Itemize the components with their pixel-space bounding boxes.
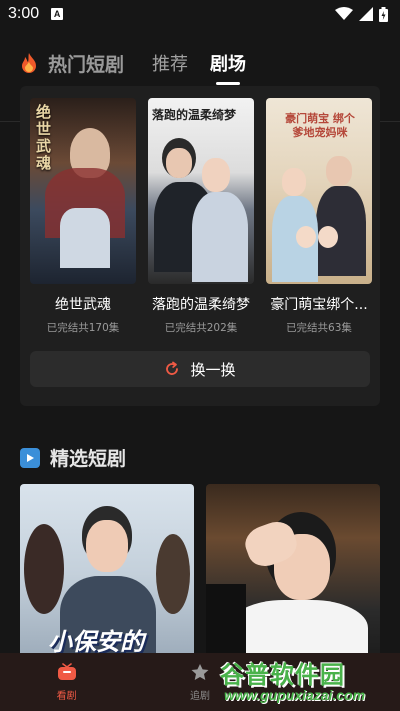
header: 热门短剧 推荐 剧场 (0, 40, 400, 86)
drama-poster[interactable]: 豪门萌宝 绑个爹地宠妈咪 (266, 98, 372, 284)
theater-panel: 绝世武魂 绝世武魂 已完结共170集 落跑的温柔绮梦 落跑的温柔绮梦 已完结共2… (20, 86, 380, 406)
play-icon (20, 447, 40, 468)
wifi-icon (335, 7, 353, 20)
watermark-url: www.gupuxiazai.com (224, 687, 366, 703)
drama-title: 落跑的温柔绮梦 (152, 297, 250, 313)
notification-icon: A (51, 8, 64, 20)
fire-icon (22, 53, 36, 73)
watermark: 谷普软件园 www.gupuxiazai.com (220, 655, 398, 709)
drama-card[interactable]: 豪门萌宝 绑个爹地宠妈咪 豪门萌宝绑个... 已完结共63集 (266, 98, 372, 335)
refresh-icon (166, 361, 179, 375)
section-title: 精选短剧 (50, 448, 127, 470)
tv-icon (57, 662, 76, 680)
signal-icon (359, 7, 373, 21)
nav-watch-label: 看剧 (56, 690, 77, 702)
poster-text: 小保安的 (48, 628, 144, 656)
drama-card[interactable]: 绝世武魂 绝世武魂 已完结共170集 (30, 98, 136, 335)
tab-theater[interactable]: 剧场 (210, 50, 246, 85)
star-icon (191, 663, 209, 680)
drama-card-list: 绝世武魂 绝世武魂 已完结共170集 落跑的温柔绮梦 落跑的温柔绮梦 已完结共2… (30, 98, 372, 335)
refresh-label: 换一换 (190, 360, 236, 379)
drama-poster[interactable]: 绝世武魂 (30, 98, 136, 284)
drama-episodes: 已完结共170集 (46, 322, 120, 334)
drama-episodes: 已完结共63集 (286, 322, 352, 334)
featured-card[interactable] (206, 484, 380, 664)
featured-list: 小保安的 (20, 484, 380, 664)
featured-card[interactable]: 小保安的 (20, 484, 194, 664)
refresh-button[interactable]: 换一换 (30, 351, 370, 387)
tab-recommend[interactable]: 推荐 (152, 50, 188, 76)
battery-icon (379, 6, 388, 22)
poster-text: 落跑的温柔绮梦 (152, 108, 237, 122)
drama-card[interactable]: 落跑的温柔绮梦 落跑的温柔绮梦 已完结共202集 (148, 98, 254, 335)
drama-episodes: 已完结共202集 (164, 322, 238, 334)
section-header: 精选短剧 (20, 444, 126, 471)
drama-title: 绝世武魂 (55, 297, 111, 313)
status-bar: 3:00 A (0, 0, 400, 28)
status-icons (335, 6, 388, 22)
drama-poster[interactable]: 落跑的温柔绮梦 (148, 98, 254, 284)
nav-watch[interactable]: 看剧 (0, 653, 133, 711)
nav-following-label: 追剧 (189, 690, 210, 702)
header-title: 热门短剧 (48, 53, 125, 76)
poster-text: 绝世武魂 (36, 103, 52, 172)
status-time: 3:00 (8, 5, 40, 22)
watermark-main: 谷普软件园 (220, 661, 345, 689)
poster-text: 豪门萌宝 绑个爹地宠妈咪 (285, 112, 355, 139)
drama-title: 豪门萌宝绑个... (270, 297, 368, 313)
